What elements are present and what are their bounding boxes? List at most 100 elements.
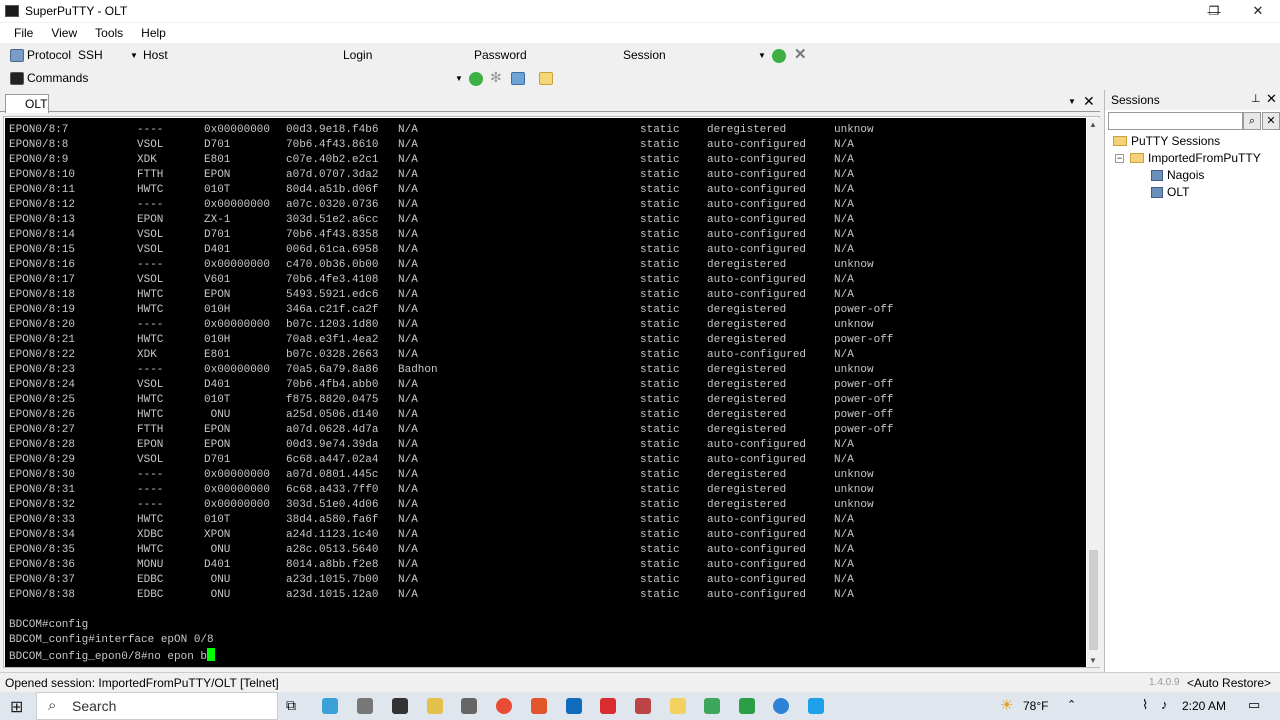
notifications-icon[interactable]: ▭: [1248, 697, 1260, 713]
terminal-output[interactable]: EPON0/8:7 ---- 0x00000000 00d3.9e18.f4b6 N/A…: [5, 118, 1086, 667]
terminal-cell: ZX-1: [204, 214, 231, 226]
sessions-search-input[interactable]: [1108, 112, 1243, 130]
terminal-cell: static: [640, 424, 680, 436]
terminal-cell: 00d3.9e18.f4b6: [286, 124, 379, 136]
terminal-cell: EPON0/8:16: [9, 259, 76, 271]
tab-list-dropdown-icon[interactable]: ▼: [1068, 97, 1076, 106]
tree-folder-imported[interactable]: − ImportedFromPuTTY: [1115, 151, 1261, 165]
terminal-cell: ----: [137, 499, 164, 511]
terminal-cell: N/A: [398, 244, 418, 256]
clock[interactable]: 2:20 AM: [1182, 699, 1226, 713]
terminal-scrollbar[interactable]: ▲ ▼: [1087, 118, 1100, 667]
terminal-cell: 80d4.a51b.d06f: [286, 184, 379, 196]
outlook-icon[interactable]: [566, 698, 582, 714]
terminal-row: EPON0/8:9 XDK E801 c07e.40b2.e2c1 N/A static a…: [9, 153, 1086, 168]
chrome-icon[interactable]: [496, 698, 512, 714]
terminal-row: EPON0/8:20 ---- 0x00000000 b07c.1203.1d80 N/…: [9, 318, 1086, 333]
send-command-icon[interactable]: [469, 72, 483, 86]
menu-tools[interactable]: Tools: [95, 26, 123, 40]
terminal-cell: 0x00000000: [204, 364, 271, 376]
close-tab-icon[interactable]: ✕: [1083, 93, 1095, 110]
windows-start-icon[interactable]: ⊞: [10, 697, 23, 717]
terminal-cell: EPON0/8:29: [9, 454, 76, 466]
app-icon[interactable]: [704, 698, 720, 714]
menu-file[interactable]: File: [14, 26, 33, 40]
terminal-cell: EPON: [137, 214, 164, 226]
search-icon[interactable]: ⌕: [1243, 112, 1261, 130]
notes-icon[interactable]: [539, 72, 553, 85]
terminal-cell: EPON0/8:35: [9, 544, 76, 556]
terminal-cell: unknow: [834, 484, 874, 496]
protocol-dropdown-icon[interactable]: ▼: [130, 51, 138, 60]
edge-icon[interactable]: [773, 698, 789, 714]
terminal-cell: unknow: [834, 364, 874, 376]
terminal-cell: N/A: [398, 559, 418, 571]
refresh-icon[interactable]: [511, 72, 525, 85]
app-icon[interactable]: [600, 698, 616, 714]
terminal-cell: power-off: [834, 379, 894, 391]
scroll-thumb[interactable]: [1089, 550, 1098, 650]
terminal-row: EPON0/8:28 EPON EPON 00d3.9e74.39da N/A stati…: [9, 438, 1086, 453]
terminal-cell: E801: [204, 154, 231, 166]
terminal-row: EPON0/8:22 XDK E801 b07c.0328.2663 N/A static…: [9, 348, 1086, 363]
close-button[interactable]: ✕: [1236, 0, 1280, 22]
terminal-cell: 346a.c21f.ca2f: [286, 304, 379, 316]
clear-search-icon[interactable]: ✕: [1262, 112, 1280, 130]
app-icon[interactable]: [739, 698, 755, 714]
pin-icon[interactable]: ⊥: [1251, 92, 1261, 105]
tree-item-olt[interactable]: OLT: [1151, 185, 1189, 199]
tree-item-nagois[interactable]: Nagois: [1151, 168, 1204, 182]
terminal-cell: auto-configured: [707, 139, 807, 151]
protocol-icon: [10, 49, 24, 62]
taskbar-search[interactable]: ⌕ Search: [36, 692, 278, 720]
terminal-row: EPON0/8:30 ---- 0x00000000 a07d.0801.445c N/…: [9, 468, 1086, 483]
scroll-up-icon[interactable]: ▲: [1089, 120, 1097, 129]
app-icon[interactable]: [635, 698, 651, 714]
terminal-cell: ----: [137, 319, 164, 331]
network-icon[interactable]: ⌇: [1142, 697, 1148, 713]
terminal-cell: auto-configured: [707, 154, 807, 166]
tab-olt[interactable]: OLT: [5, 94, 49, 113]
weather-temp[interactable]: 78°F: [1023, 699, 1048, 713]
volume-icon[interactable]: ♪: [1161, 697, 1168, 712]
terminal-cell: HWTC: [137, 304, 164, 316]
scroll-down-icon[interactable]: ▼: [1089, 656, 1097, 665]
app-icon[interactable]: [670, 698, 686, 714]
tree-root[interactable]: PuTTY Sessions: [1113, 134, 1220, 148]
terminal-cell: auto-configured: [707, 559, 807, 571]
terminal-cell: power-off: [834, 409, 894, 421]
commands-dropdown-icon[interactable]: ▼: [455, 74, 463, 83]
collapse-icon[interactable]: −: [1115, 153, 1124, 163]
gear-icon[interactable]: ✻: [490, 69, 502, 86]
close-panel-icon[interactable]: ✕: [1266, 91, 1277, 107]
app-icon[interactable]: [322, 698, 338, 714]
terminal-cell: static: [640, 139, 680, 151]
app-icon[interactable]: [427, 698, 443, 714]
putty-taskbar-icon[interactable]: [392, 698, 408, 714]
terminal-cell: MONU: [137, 559, 164, 571]
show-hidden-icons[interactable]: ⌃: [1067, 698, 1076, 711]
task-view-icon[interactable]: ⧉: [286, 697, 296, 714]
terminal-cell: N/A: [398, 184, 418, 196]
terminal-cell: EPON: [204, 169, 231, 181]
auto-restore-label[interactable]: <Auto Restore>: [1187, 676, 1271, 690]
terminal-cell: auto-configured: [707, 454, 807, 466]
terminal-row: EPON0/8:23 ---- 0x00000000 70a5.6a79.8a86 Ba…: [9, 363, 1086, 378]
terminal-cell: N/A: [834, 439, 854, 451]
terminal-row: EPON0/8:21 HWTC 010H 70a8.e3f1.4ea2 N/A stati…: [9, 333, 1086, 348]
protocol-select[interactable]: SSH: [78, 48, 103, 62]
session-dropdown-icon[interactable]: ▼: [758, 51, 766, 60]
skype-icon[interactable]: [808, 698, 824, 714]
terminal-cell: N/A: [398, 484, 418, 496]
app-icon[interactable]: [357, 698, 373, 714]
terminal-cell: N/A: [398, 499, 418, 511]
maximize-button[interactable]: ❐: [1194, 0, 1234, 22]
connect-icon[interactable]: [772, 49, 786, 63]
clear-icon[interactable]: ✕: [794, 45, 807, 63]
menu-view[interactable]: View: [51, 26, 77, 40]
menu-help[interactable]: Help: [141, 26, 166, 40]
terminal-cell: EPON0/8:12: [9, 199, 76, 211]
terminal-cell: EPON0/8:17: [9, 274, 76, 286]
brave-icon[interactable]: [531, 698, 547, 714]
app-icon[interactable]: [461, 698, 477, 714]
